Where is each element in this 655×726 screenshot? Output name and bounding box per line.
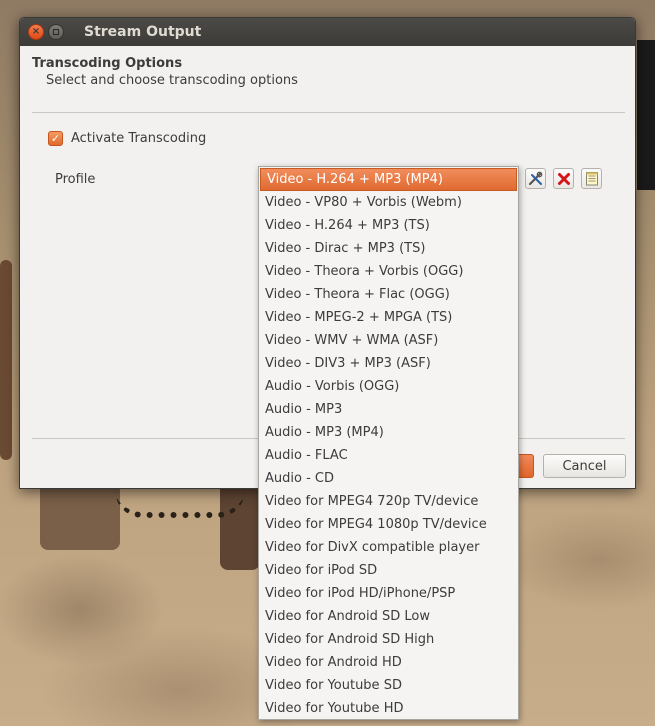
close-icon[interactable]: ×	[28, 24, 44, 40]
profile-option[interactable]: Video - Theora + Flac (OGG)	[259, 283, 518, 306]
profile-option[interactable]: Video for Youtube SD	[259, 674, 518, 697]
profile-option[interactable]: Video - DIV3 + MP3 (ASF)	[259, 352, 518, 375]
profile-option[interactable]: Video for Youtube HD	[259, 697, 518, 720]
activate-transcoding-checkbox[interactable]: ✓	[48, 131, 63, 146]
window-title: Stream Output	[84, 24, 202, 40]
profile-option[interactable]: Video for Android HD	[259, 651, 518, 674]
profile-option[interactable]: Video for Android SD High	[259, 628, 518, 651]
profile-option[interactable]: Video for MPEG4 1080p TV/device	[259, 513, 518, 536]
page-header: Transcoding Options Select and choose tr…	[20, 46, 635, 88]
activate-transcoding-row[interactable]: ✓ Activate Transcoding	[48, 131, 206, 146]
profile-option[interactable]: Video - Theora + Vorbis (OGG)	[259, 260, 518, 283]
titlebar: × Stream Output	[20, 18, 635, 46]
profile-dropdown-list[interactable]: Video - H.264 + MP3 (MP4) Video - VP80 + …	[258, 166, 519, 720]
profile-option[interactable]: Video for DivX compatible player	[259, 536, 518, 559]
profile-option[interactable]: Video - WMV + WMA (ASF)	[259, 329, 518, 352]
cancel-button[interactable]: Cancel	[543, 454, 626, 478]
profile-option[interactable]: Audio - Vorbis (OGG)	[259, 375, 518, 398]
profile-option[interactable]: Video - H.264 + MP3 (TS)	[259, 214, 518, 237]
profile-option[interactable]: Video for MPEG4 720p TV/device	[259, 490, 518, 513]
profile-option[interactable]: Video for Android SD Low	[259, 605, 518, 628]
new-profile-button[interactable]	[581, 168, 602, 189]
page-subtitle: Select and choose transcoding options	[46, 73, 298, 88]
edit-profile-button[interactable]	[525, 168, 546, 189]
profile-option[interactable]: Audio - FLAC	[259, 444, 518, 467]
profile-option[interactable]: Audio - MP3 (MP4)	[259, 421, 518, 444]
profile-option[interactable]: Video - MPEG-2 + MPGA (TS)	[259, 306, 518, 329]
profile-label: Profile	[55, 172, 96, 187]
activate-transcoding-label: Activate Transcoding	[71, 131, 207, 146]
video-dark-edge	[637, 40, 655, 190]
minimize-icon[interactable]	[48, 24, 64, 40]
red-x-icon	[557, 172, 570, 185]
profile-option[interactable]: Video - H.264 + MP3 (MP4)	[260, 168, 517, 191]
profile-option[interactable]: Audio - MP3	[259, 398, 518, 421]
page-title: Transcoding Options	[32, 56, 183, 71]
figure-left	[0, 260, 12, 460]
profile-option[interactable]: Video - Dirac + MP3 (TS)	[259, 237, 518, 260]
notepad-icon	[585, 172, 598, 186]
delete-profile-button[interactable]	[553, 168, 574, 189]
figure-legs-left	[40, 480, 120, 550]
header-divider	[32, 112, 625, 113]
profile-option[interactable]: Audio - CD	[259, 467, 518, 490]
wrench-screwdriver-icon	[528, 171, 543, 186]
chain	[115, 490, 245, 518]
profile-option[interactable]: Video - VP80 + Vorbis (Webm)	[259, 191, 518, 214]
profile-option[interactable]: Video for iPod HD/iPhone/PSP	[259, 582, 518, 605]
profile-option[interactable]: Video for iPod SD	[259, 559, 518, 582]
